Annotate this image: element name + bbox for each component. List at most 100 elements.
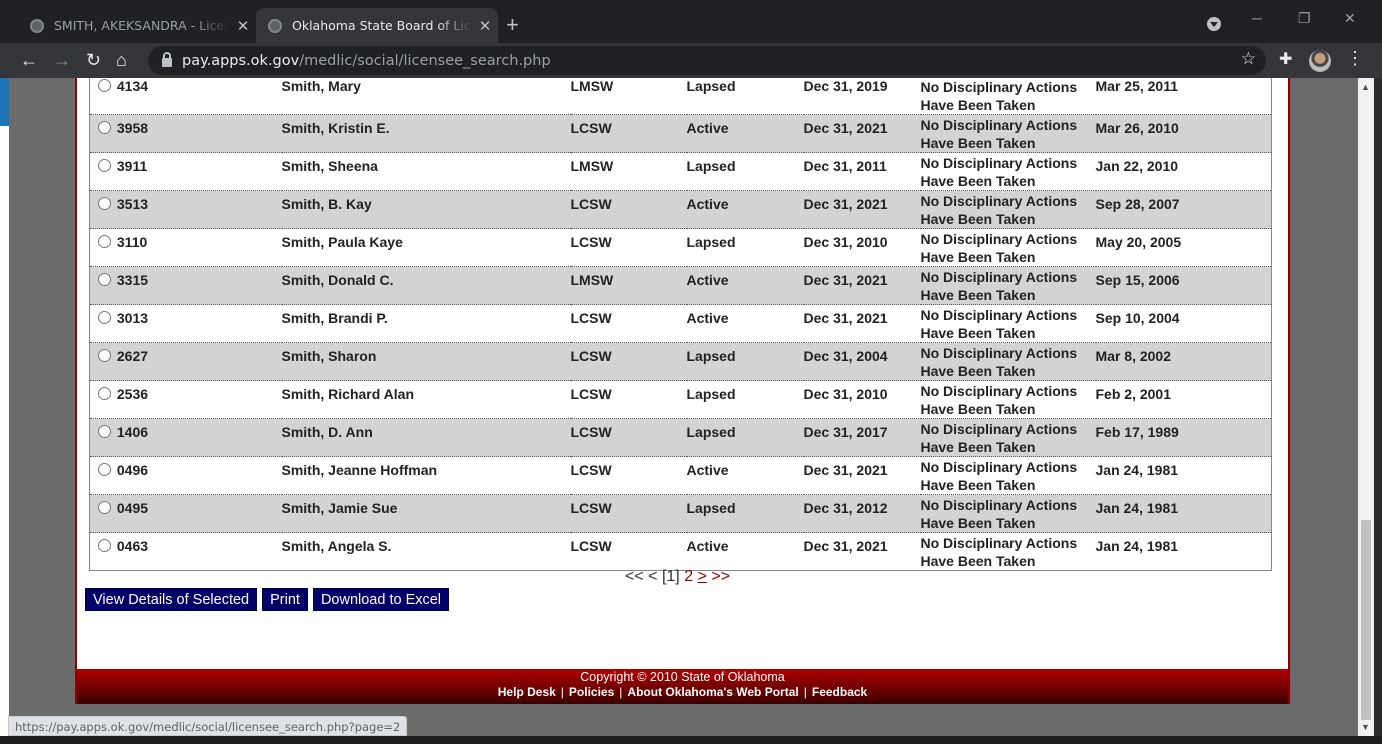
footer-link-policies[interactable]: Policies [569,685,614,699]
select-radio[interactable] [98,121,111,134]
view-details-button[interactable]: View Details of Selected [85,588,258,611]
license-type-cell: LCSW [570,342,687,381]
discipline-status-cell: No Disciplinary Actions Have Been Taken [920,152,1096,191]
select-radio[interactable] [98,311,111,324]
table-row[interactable]: 2536 Smith, Richard Alan LCSW Lapsed Dec 31,… [89,380,1272,419]
expiration-date: Dec 31, 2021 [803,120,888,136]
table-row[interactable]: 3911 Smith, Sheena LMSW Lapsed Dec 31, 2011 N… [89,152,1272,191]
licensee-name-cell: Smith, Mary [281,78,571,115]
select-radio[interactable] [98,349,111,362]
license-number-cell: 2536 [89,380,282,419]
bookmark-star-icon[interactable]: ☆ [1241,49,1256,69]
footer-link-help-desk[interactable]: Help Desk [498,685,556,699]
license-number: 3110 [116,234,148,250]
license-status-cell: Active [686,114,804,153]
select-radio[interactable] [98,425,111,438]
scrollbar-thumb[interactable] [1361,520,1371,720]
select-radio[interactable] [98,197,111,210]
table-row[interactable]: 2627 Smith, Sharon LCSW Lapsed Dec 31, 2004 N… [89,342,1272,381]
license-status: Active [686,538,729,554]
table-row[interactable]: 0495 Smith, Jamie Sue LCSW Lapsed Dec 31, 20… [89,494,1272,533]
back-arrow-icon[interactable]: ← [20,47,38,73]
select-radio[interactable] [98,539,111,552]
footer-link-portal[interactable]: About Oklahoma's Web Portal [627,685,798,699]
results-table: 4134 Smith, Mary LMSW Lapsed Dec 31, 2019 No … [89,78,1272,571]
browser-tab-licensee[interactable]: SMITH, AKEKSANDRA - Licensee ✕ [18,8,256,43]
license-type: LCSW [570,196,612,212]
download-excel-button[interactable]: Download to Excel [312,588,450,611]
expiration-date-cell: Dec 31, 2010 [803,380,921,419]
pager-page-2[interactable]: 2 [684,568,693,585]
extensions-icon[interactable]: ✚ [1279,49,1292,69]
licensee-name-cell: Smith, Paula Kaye [281,228,571,267]
browser-tab-board[interactable]: Oklahoma State Board of Licensed ✕ [256,8,498,43]
licensee-name-cell: Smith, B. Kay [281,190,571,229]
tab-title: SMITH, AKEKSANDRA - Licensee [54,18,230,33]
restore-icon[interactable]: ❐ [1298,10,1311,27]
expiration-date: Dec 31, 2019 [803,78,888,94]
table-row[interactable]: 3513 Smith, B. Kay LCSW Active Dec 31, 2021 N… [89,190,1272,229]
avatar[interactable] [1309,50,1331,72]
pager-next[interactable]: > [698,568,707,585]
pager-prev: < [648,568,658,585]
reload-icon[interactable]: ↻ [86,47,101,73]
table-row[interactable]: 3315 Smith, Donald C. LMSW Active Dec 31, 20… [89,266,1272,305]
license-status-cell: Active [686,190,804,229]
license-status-cell: Lapsed [686,380,804,419]
select-radio[interactable] [98,79,111,92]
close-icon[interactable]: ✕ [472,17,498,35]
select-radio[interactable] [98,273,111,286]
issue-date: Feb 17, 1989 [1095,424,1179,440]
licensee-name: Smith, Brandi P. [281,310,388,326]
license-number-cell: 0463 [89,532,282,571]
close-icon[interactable]: ✕ [230,17,256,35]
license-type: LCSW [570,462,612,478]
table-row[interactable]: 0496 Smith, Jeanne Hoffman LCSW Active Dec 3… [89,456,1272,495]
footer-link-feedback[interactable]: Feedback [812,685,867,699]
table-row[interactable]: 1406 Smith, D. Ann LCSW Lapsed Dec 31, 2017 N… [89,418,1272,457]
table-row[interactable]: 3013 Smith, Brandi P. LCSW Active Dec 31, 20… [89,304,1272,343]
window-close-icon[interactable]: ✕ [1344,10,1356,27]
select-radio[interactable] [98,159,111,172]
forward-arrow-icon[interactable]: → [53,47,71,73]
table-row[interactable]: 3110 Smith, Paula Kaye LCSW Lapsed Dec 31, 2… [89,228,1272,267]
discipline-status-cell: No Disciplinary Actions Have Been Taken [920,418,1096,457]
scroll-down-icon[interactable]: ▼ [1361,722,1370,732]
discipline-status: No Disciplinary Actions Have Been Taken [920,269,1078,303]
license-number: 3315 [116,272,149,288]
issue-date: Jan 24, 1981 [1095,462,1179,478]
license-number-cell: 1406 [89,418,282,457]
license-type: LCSW [570,500,612,516]
scroll-up-icon[interactable]: ▲ [1361,82,1370,92]
license-type-cell: LMSW [570,78,687,115]
table-row[interactable]: 0463 Smith, Angela S. LCSW Active Dec 31, 20… [89,532,1272,571]
license-status-cell: Lapsed [686,494,804,533]
address-bar[interactable]: pay.apps.ok.gov/medlic/social/licensee_s… [148,46,1266,75]
select-radio[interactable] [98,501,111,514]
table-row[interactable]: 3958 Smith, Kristin E. LCSW Active Dec 31, 2… [89,114,1272,153]
license-status: Active [686,462,729,478]
license-type: LMSW [570,158,614,174]
select-radio[interactable] [98,235,111,248]
table-row[interactable]: 4134 Smith, Mary LMSW Lapsed Dec 31, 2019 No … [89,78,1272,115]
licensee-name: Smith, Sheena [281,158,378,174]
licensee-name-cell: Smith, Jeanne Hoffman [281,456,571,495]
window-edge [1374,78,1382,736]
vertical-scrollbar[interactable]: ▲ ▼ [1358,78,1374,736]
new-tab-button[interactable]: + [506,12,519,38]
minimize-icon[interactable]: ─ [1252,10,1262,26]
home-icon[interactable]: ⌂ [116,47,127,73]
discipline-status: No Disciplinary Actions Have Been Taken [920,497,1078,531]
license-type-cell: LCSW [570,494,687,533]
tab-search-icon[interactable] [1207,17,1221,31]
discipline-status-cell: No Disciplinary Actions Have Been Taken [920,380,1096,419]
discipline-status: No Disciplinary Actions Have Been Taken [920,421,1078,455]
pager-current: [1] [661,568,680,585]
select-radio[interactable] [98,387,111,400]
pager-last[interactable]: >> [711,568,730,585]
menu-icon[interactable]: ⋮ [1346,48,1364,69]
lock-icon [162,52,172,67]
license-status-cell: Lapsed [686,78,804,115]
select-radio[interactable] [98,463,111,476]
print-button[interactable]: Print [262,588,308,611]
